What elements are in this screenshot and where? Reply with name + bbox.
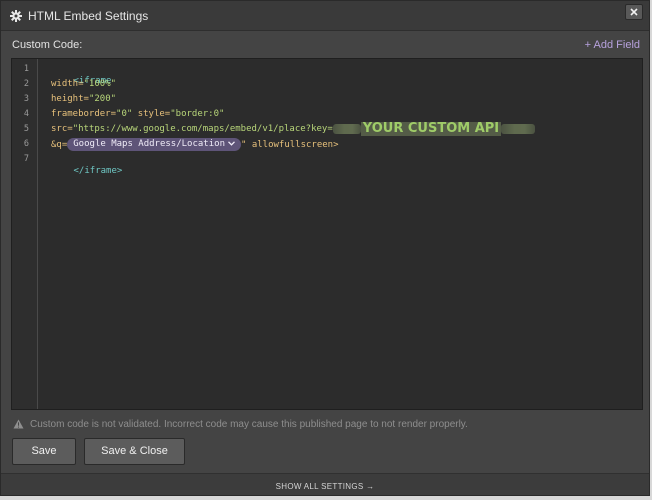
redacted-key-blur xyxy=(501,123,536,134)
gear-icon xyxy=(10,10,22,22)
code-line-7: </iframe> xyxy=(41,153,123,176)
src-attr: src= xyxy=(51,124,73,134)
warning-text: Custom code is not validated. Incorrect … xyxy=(30,419,468,430)
code-line-3: height="200" xyxy=(51,93,116,105)
width-attr: width= xyxy=(51,79,84,89)
show-all-settings-link[interactable]: SHOW ALL SETTINGS → xyxy=(1,482,649,491)
title-bar: HTML Embed Settings xyxy=(1,1,649,31)
add-field-link[interactable]: + Add Field xyxy=(585,39,640,51)
save-button[interactable]: Save xyxy=(12,438,76,465)
redacted-key-blur xyxy=(332,123,361,134)
code-line-1: <iframe xyxy=(41,63,112,86)
line-number-gutter: 1 2 3 4 5 6 7 xyxy=(12,59,38,409)
address-field-token-label: Google Maps Address/Location xyxy=(73,139,225,149)
close-button[interactable] xyxy=(625,4,643,20)
custom-code-label: Custom Code: xyxy=(12,39,83,51)
src-value: "https://www.google.com/maps/embed/v1/pl… xyxy=(72,124,333,134)
width-value: "100%" xyxy=(83,79,117,89)
line-number: 3 xyxy=(23,94,29,104)
code-editor[interactable]: 1 2 3 4 5 6 7 <iframe width="100%" heigh… xyxy=(11,58,643,410)
height-value: "200" xyxy=(88,94,117,104)
line-number: 7 xyxy=(23,154,29,164)
address-field-token[interactable]: Google Maps Address/Location xyxy=(67,138,241,151)
chevron-down-icon xyxy=(228,141,235,146)
line-number: 5 xyxy=(23,124,29,134)
footer-bar: SHOW ALL SETTINGS → xyxy=(1,473,649,495)
line-number: 6 xyxy=(23,139,29,149)
code-line-4: frameborder="0" style="border:0" xyxy=(51,108,224,120)
line-number: 1 xyxy=(23,64,29,74)
line-number: 4 xyxy=(23,109,29,119)
code-line-6: &q= Google Maps Address/Location " allowfu… xyxy=(51,138,339,152)
height-attr: height= xyxy=(51,94,89,104)
custom-api-placeholder: YOUR CUSTOM API xyxy=(360,120,502,136)
warning-icon xyxy=(13,419,24,429)
dialog-title: HTML Embed Settings xyxy=(28,9,149,23)
save-and-close-button[interactable]: Save & Close xyxy=(84,438,185,465)
style-attr: style= xyxy=(132,109,171,119)
code-line-2: width="100%" xyxy=(51,78,116,90)
html-embed-settings-dialog: HTML Embed Settings Custom Code: + Add F… xyxy=(0,0,650,496)
q-param: &q= xyxy=(51,140,68,150)
style-value: "border:0" xyxy=(170,109,225,119)
allowfullscreen-attr: " allowfullscreen> xyxy=(240,140,339,150)
frameborder-value: "0" xyxy=(116,109,133,119)
code-line-5: src="https://www.google.com/maps/embed/v… xyxy=(51,120,536,137)
close-icon xyxy=(630,8,638,16)
line-number: 2 xyxy=(23,79,29,89)
iframe-close-tag: </iframe> xyxy=(73,166,123,176)
frameborder-attr: frameborder= xyxy=(51,109,117,119)
validation-warning: Custom code is not validated. Incorrect … xyxy=(13,419,468,430)
